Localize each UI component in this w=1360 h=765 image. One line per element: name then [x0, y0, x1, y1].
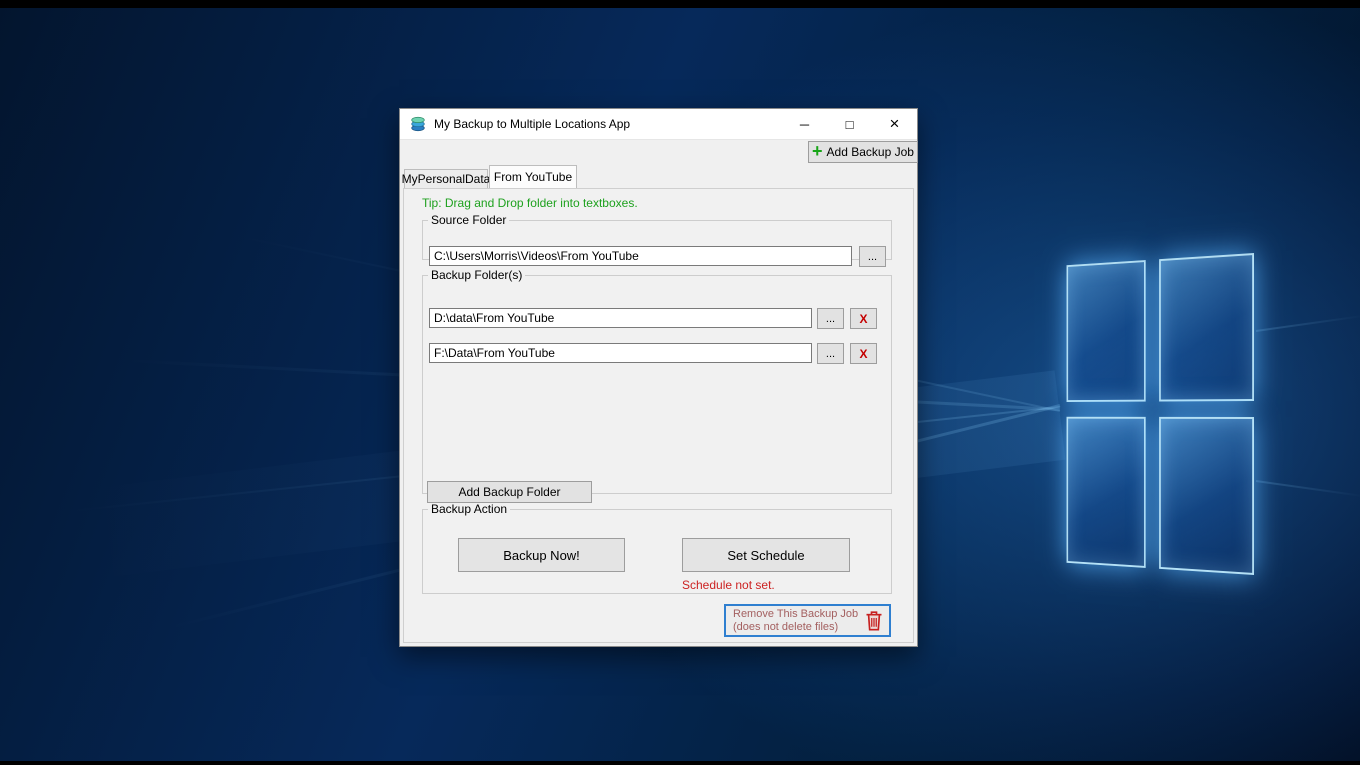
light-beam	[1255, 314, 1360, 332]
source-folder-group: Source Folder ...	[422, 213, 892, 267]
remove-backup-job-label: Remove This Backup Job (does not delete …	[733, 608, 859, 634]
app-icon	[409, 115, 427, 133]
tip-text: Tip: Drag and Drop folder into textboxes…	[422, 196, 638, 210]
remove-backup-job-button[interactable]: Remove This Backup Job (does not delete …	[724, 604, 891, 637]
backup-folder-input-2[interactable]	[429, 343, 812, 363]
light-beam	[1255, 480, 1360, 498]
backup-action-group-label: Backup Action	[431, 502, 508, 516]
add-backup-folder-button[interactable]: Add Backup Folder	[427, 481, 592, 503]
tab-page-from-youtube: Tip: Drag and Drop folder into textboxes…	[403, 188, 914, 643]
backup-folders-group: Backup Folder(s) ... X ... X Add Backup …	[422, 268, 892, 503]
screen-bottom-black-bar	[0, 761, 1360, 765]
backup-now-button[interactable]: Backup Now!	[458, 538, 625, 572]
close-button[interactable]: ×	[872, 109, 917, 139]
windows-logo-pane	[1159, 253, 1254, 402]
windows-logo-pane	[1066, 260, 1146, 402]
windows-logo-pane	[1159, 416, 1254, 575]
backup-folder-input-1[interactable]	[429, 308, 812, 328]
add-backup-job-label: Add Backup Job	[826, 145, 914, 159]
tab-mypersonaldata[interactable]: MyPersonalData	[402, 169, 490, 188]
backup-folder-browse-button-2[interactable]: ...	[817, 343, 844, 364]
source-folder-browse-button[interactable]: ...	[859, 246, 886, 267]
backup-folders-group-label: Backup Folder(s)	[431, 268, 523, 282]
windows-logo	[1066, 253, 1254, 575]
tab-from-youtube[interactable]: From YouTube	[489, 165, 577, 188]
windows-logo-pane	[1066, 416, 1146, 568]
trash-icon	[864, 609, 884, 632]
maximize-button[interactable]: □	[827, 109, 872, 139]
minimize-button[interactable]: ─	[782, 109, 827, 139]
window-controls: ─ □ ×	[782, 109, 917, 140]
app-window: My Backup to Multiple Locations App ─ □ …	[399, 108, 918, 647]
backup-folder-browse-button-1[interactable]: ...	[817, 308, 844, 329]
titlebar[interactable]: My Backup to Multiple Locations App ─ □ …	[400, 109, 917, 140]
plus-icon: +	[812, 141, 823, 161]
add-backup-job-button[interactable]: + Add Backup Job	[808, 141, 918, 163]
source-folder-group-label: Source Folder	[431, 213, 507, 227]
window-title: My Backup to Multiple Locations App	[434, 117, 631, 131]
desktop: My Backup to Multiple Locations App ─ □ …	[0, 0, 1360, 765]
source-folder-input[interactable]	[429, 246, 852, 266]
remove-job-line2: (does not delete files)	[733, 620, 839, 633]
backup-action-group: Backup Action Backup Now! Set Schedule S…	[422, 502, 892, 594]
backup-folder-delete-button-2[interactable]: X	[850, 343, 877, 364]
schedule-status-text: Schedule not set.	[682, 578, 775, 592]
backup-folder-delete-button-1[interactable]: X	[850, 308, 877, 329]
screen-top-black-bar	[0, 0, 1360, 8]
set-schedule-button[interactable]: Set Schedule	[682, 538, 850, 572]
remove-job-line1: Remove This Backup Job	[733, 607, 859, 620]
